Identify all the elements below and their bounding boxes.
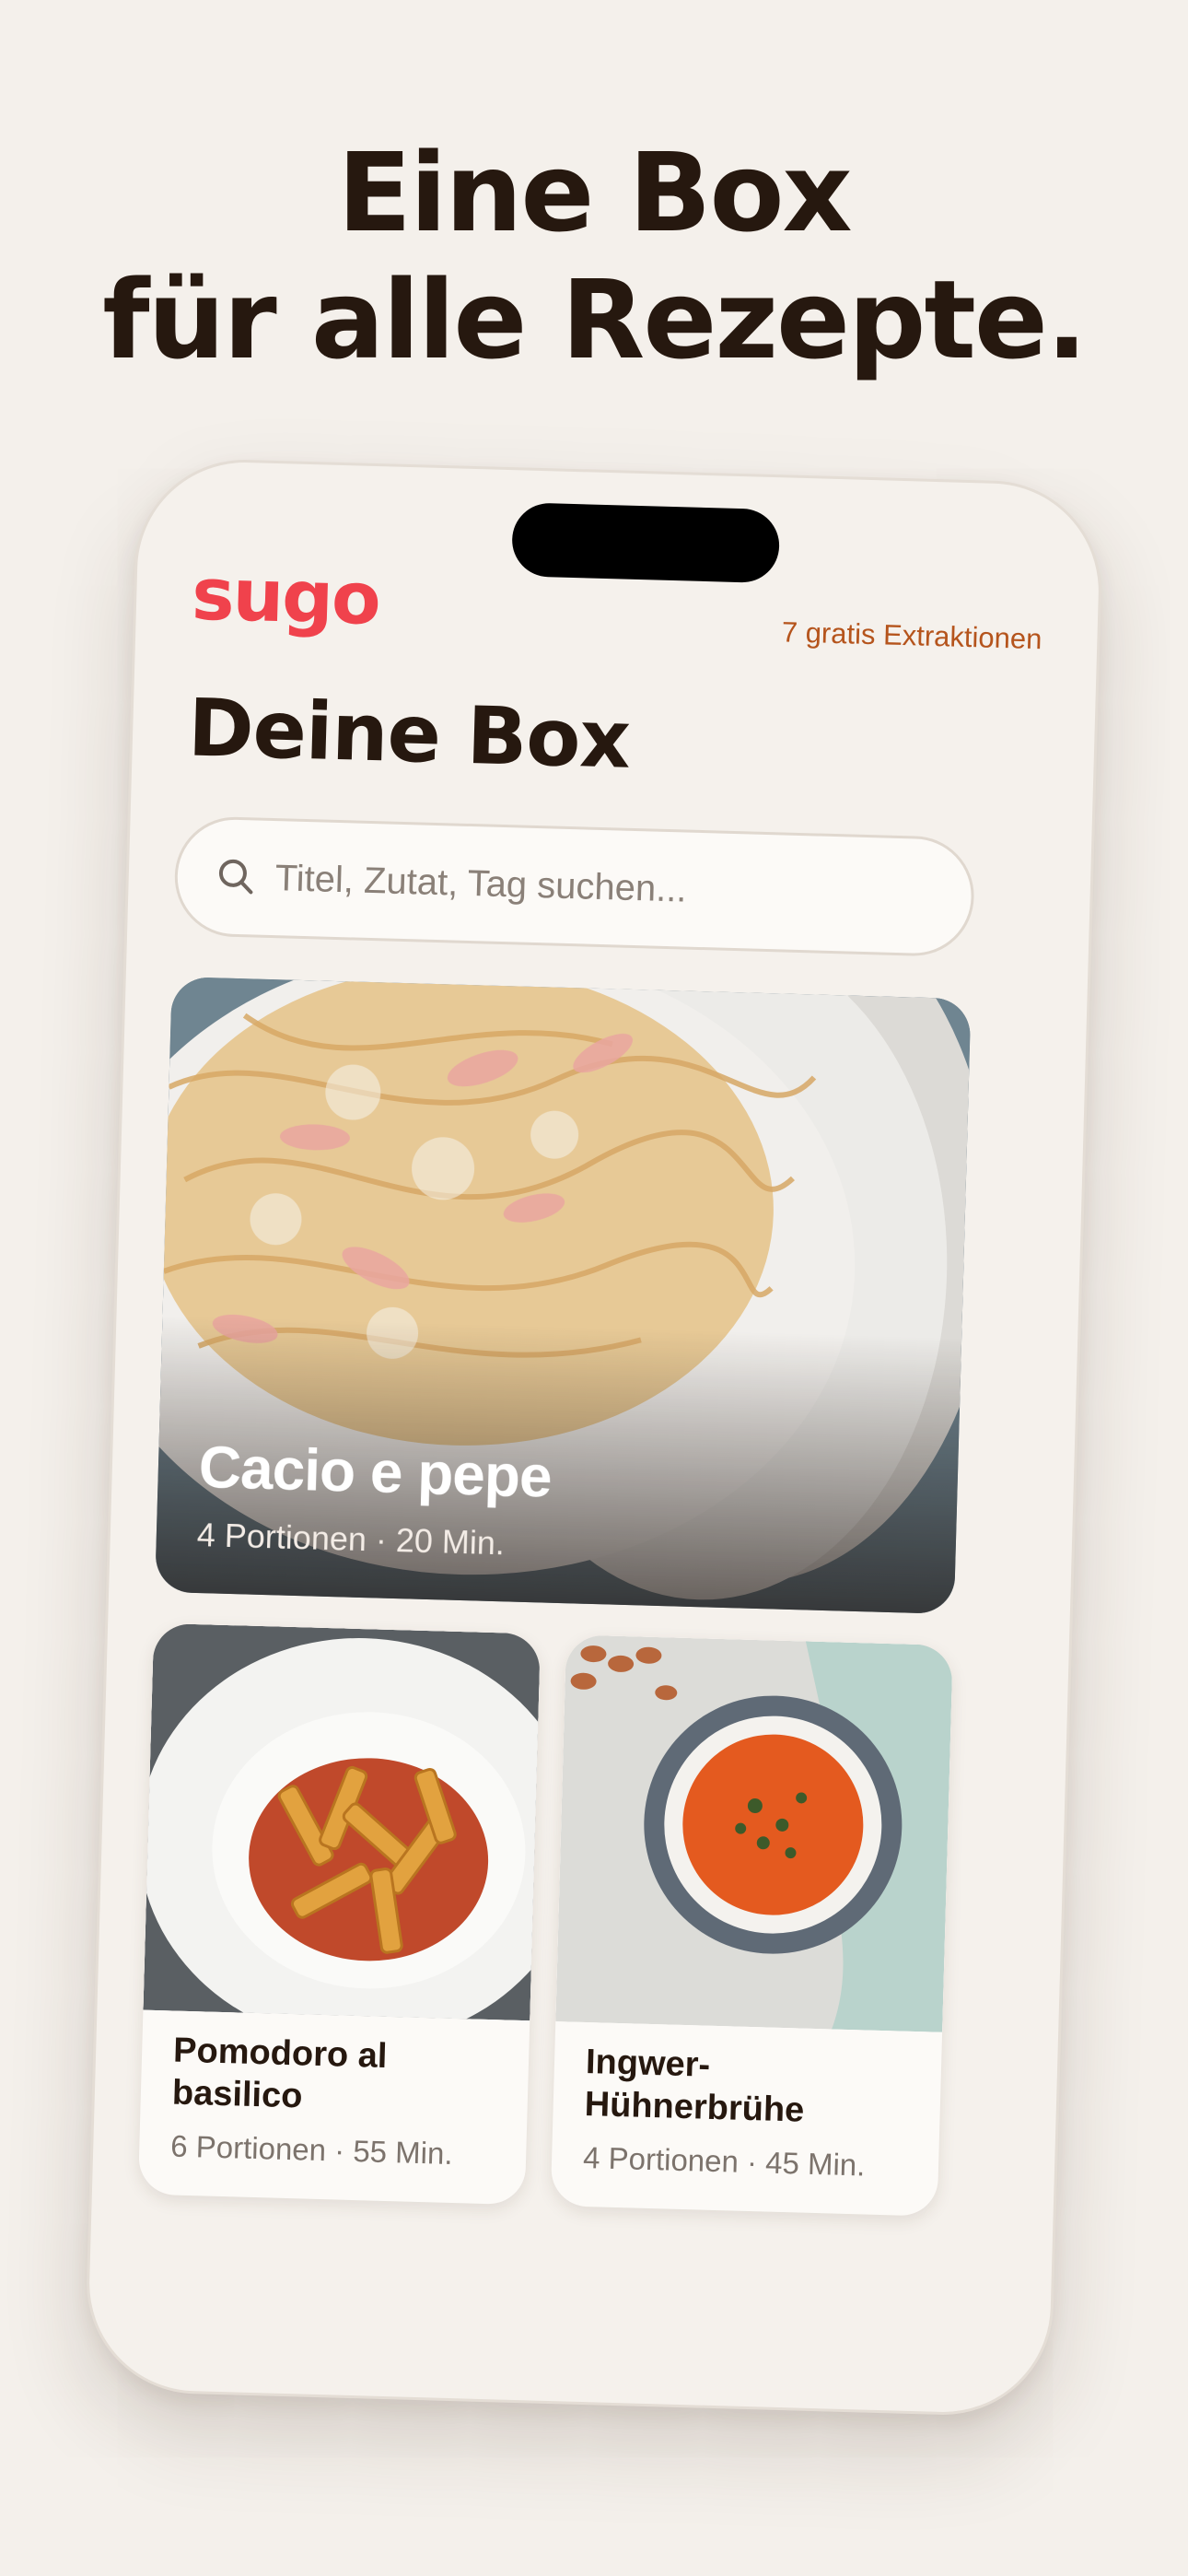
recipe-title: Ingwer-Hühnerbrühe xyxy=(584,2043,805,2130)
headline-line-2: für alle Rezepte. xyxy=(102,256,1088,383)
headline: Eine Box für alle Rezepte. xyxy=(0,129,1188,383)
app-logo: sugo xyxy=(191,553,380,642)
headline-line-1: Eine Box xyxy=(337,129,852,256)
screen: Eine Box für alle Rezepte. sugo 7 gratis… xyxy=(0,0,1188,2576)
phone-screen: sugo 7 gratis Extraktionen Deine Box Tit… xyxy=(83,456,1105,2418)
recipe-meta: 4 Portionen · 45 Min. xyxy=(582,2139,866,2183)
search-bar[interactable] xyxy=(173,815,976,958)
recipe-card[interactable]: Ingwer-Hühnerbrühe 4 Portionen · 45 Min. xyxy=(550,1634,953,2217)
search-input[interactable] xyxy=(274,821,922,954)
recipe-photo-soup xyxy=(555,1634,953,2032)
phone-mockup: sugo 7 gratis Extraktionen Deine Box Tit… xyxy=(83,456,1105,2418)
recipe-title: Pomodoro al basilico xyxy=(171,2031,388,2116)
recipe-card-featured[interactable]: Cacio e pepe 4 Portionen · 20 Min. xyxy=(155,977,972,1614)
page-title: Deine Box xyxy=(186,682,632,787)
recipe-photo-pomodoro xyxy=(143,1622,542,2021)
search-icon xyxy=(215,856,255,896)
recipe-meta: 6 Portionen · 55 Min. xyxy=(169,2128,454,2172)
dynamic-island xyxy=(511,502,781,584)
recipe-card[interactable]: Pomodoro al basilico 6 Portionen · 55 Mi… xyxy=(137,1622,542,2206)
credits-badge[interactable]: 7 gratis Extraktionen xyxy=(781,615,1042,656)
recipe-title: Cacio e pepe xyxy=(197,1434,553,1510)
